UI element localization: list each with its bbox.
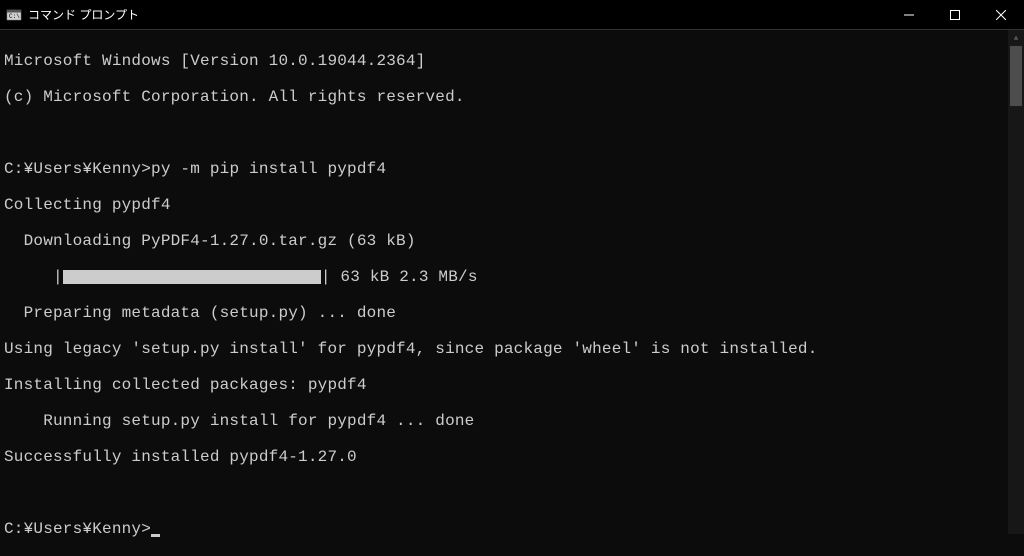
output-line: Collecting pypdf4	[4, 196, 171, 214]
titlebar: C:\ コマンド プロンプト	[0, 0, 1024, 30]
command-text: py -m pip install pypdf4	[151, 160, 386, 178]
progress-prefix: |	[4, 268, 63, 286]
cmd-icon: C:\	[6, 7, 22, 23]
output-line: Running setup.py install for pypdf4 ... …	[4, 412, 474, 430]
os-version-line: Microsoft Windows [Version 10.0.19044.23…	[4, 52, 425, 70]
output-line: Preparing metadata (setup.py) ... done	[4, 304, 396, 322]
scroll-up-icon[interactable]: ▲	[1008, 30, 1024, 46]
progress-suffix: | 63 kB 2.3 MB/s	[321, 268, 478, 286]
vertical-scrollbar[interactable]: ▲	[1008, 30, 1024, 534]
output-line: Using legacy 'setup.py install' for pypd…	[4, 340, 818, 358]
minimize-button[interactable]	[886, 0, 932, 29]
window-title: コマンド プロンプト	[28, 6, 139, 23]
progress-bar	[63, 270, 321, 284]
cursor	[151, 534, 160, 537]
titlebar-left: C:\ コマンド プロンプト	[6, 6, 139, 23]
copyright-line: (c) Microsoft Corporation. All rights re…	[4, 88, 465, 106]
maximize-button[interactable]	[932, 0, 978, 29]
prompt: C:¥Users¥Kenny>	[4, 160, 151, 178]
scrollbar-thumb[interactable]	[1010, 46, 1022, 106]
titlebar-buttons	[886, 0, 1024, 29]
terminal-output[interactable]: Microsoft Windows [Version 10.0.19044.23…	[0, 30, 1024, 534]
output-line: Downloading PyPDF4-1.27.0.tar.gz (63 kB)	[4, 232, 416, 250]
svg-text:C:\: C:\	[9, 13, 20, 20]
output-line: Installing collected packages: pypdf4	[4, 376, 367, 394]
close-button[interactable]	[978, 0, 1024, 29]
output-line: Successfully installed pypdf4-1.27.0	[4, 448, 357, 466]
prompt: C:¥Users¥Kenny>	[4, 520, 151, 538]
